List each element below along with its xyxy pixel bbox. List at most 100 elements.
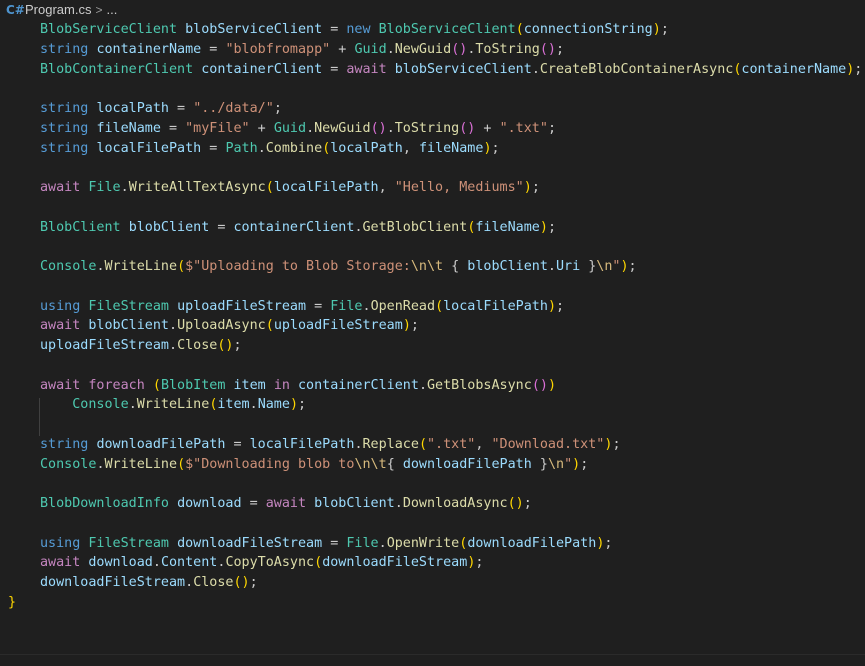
code-token: WriteLine: [104, 456, 178, 472]
code-token: connectionString: [523, 22, 653, 37]
code-token: ): [402, 318, 411, 334]
code-token: uploadFileStream: [40, 338, 169, 353]
code-token: =: [241, 496, 266, 511]
code-token: containerClient: [298, 377, 419, 393]
code-line[interactable]: BlobDownloadInfo download = await blobCl…: [40, 494, 532, 514]
code-token: .: [152, 555, 161, 571]
code-token: downloadFilePath: [467, 535, 597, 551]
code-token: =: [306, 298, 331, 314]
code-line[interactable]: BlobClient blobClient = containerClient.…: [40, 218, 556, 238]
code-line[interactable]: string fileName = "myFile" + Guid.NewGui…: [40, 119, 556, 139]
code-token: download: [177, 496, 242, 511]
code-line[interactable]: Console.WriteLine($"Downloading blob to\…: [40, 455, 588, 475]
code-token: Path: [225, 140, 258, 156]
code-token: blobClient: [314, 496, 395, 511]
code-token: (: [265, 180, 274, 195]
breadcrumb-separator-icon: >: [95, 2, 103, 17]
code-token: BlobServiceClient: [40, 22, 178, 37]
code-token: Combine: [265, 140, 323, 156]
code-token: Content: [160, 555, 218, 571]
code-token: fileName: [96, 120, 161, 136]
code-token: =: [209, 219, 234, 235]
code-token: +: [475, 120, 500, 136]
code-line[interactable]: string localFilePath = Path.Combine(loca…: [40, 139, 500, 159]
code-token: in: [273, 377, 290, 393]
code-token: }: [8, 594, 17, 610]
code-token: (): [451, 41, 468, 57]
code-token: ": [564, 456, 573, 472]
code-token: BlobServiceClient: [378, 22, 516, 37]
code-token: }: [531, 456, 548, 472]
code-line[interactable]: using FileStream downloadFileStream = Fi…: [40, 534, 612, 554]
code-token: ;: [249, 575, 258, 590]
code-token: (): [233, 575, 250, 590]
code-line[interactable]: Console.WriteLine(item.Name);: [40, 395, 306, 415]
code-token: Guid: [354, 41, 387, 57]
code-token: (: [435, 298, 444, 314]
code-line[interactable]: }: [8, 593, 16, 613]
code-token: {: [386, 456, 403, 472]
code-line[interactable]: await File.WriteAllTextAsync(localFilePa…: [40, 178, 540, 198]
code-token: await: [40, 555, 81, 571]
code-line[interactable]: await download.Content.CopyToAsync(downl…: [40, 553, 483, 573]
code-token: =: [201, 140, 226, 156]
code-token: .: [120, 180, 129, 195]
breadcrumb-more[interactable]: ...: [106, 2, 117, 17]
code-token: .: [169, 318, 178, 334]
code-token: ): [539, 219, 548, 235]
code-token: ): [483, 140, 492, 156]
code-token: UploadAsync: [177, 318, 266, 334]
code-token: ;: [604, 535, 613, 551]
code-token: ;: [547, 120, 556, 136]
code-line[interactable]: Console.WriteLine($"Uploading to Blob St…: [40, 257, 637, 277]
code-token: "Hello, Mediums": [394, 180, 524, 195]
code-token: ): [523, 180, 532, 195]
code-token: =: [322, 22, 347, 37]
code-token: +: [249, 120, 274, 136]
code-line[interactable]: BlobContainerClient containerClient = aw…: [40, 60, 862, 80]
code-token: fileName: [475, 219, 540, 235]
code-token: ): [547, 298, 556, 314]
code-line[interactable]: uploadFileStream.Close();: [40, 336, 242, 356]
code-line[interactable]: string containerName = "blobfromapp" + G…: [40, 40, 564, 60]
code-line[interactable]: await blobClient.UploadAsync(uploadFileS…: [40, 316, 419, 336]
code-token: .: [257, 140, 266, 156]
code-line[interactable]: string downloadFilePath = localFilePath.…: [40, 435, 621, 455]
code-token: .: [249, 397, 258, 413]
code-token: ;: [491, 140, 500, 156]
code-token: ,: [402, 140, 419, 156]
breadcrumb-file[interactable]: Program.cs: [25, 2, 91, 17]
code-token: GetBlobsAsync: [427, 377, 532, 393]
code-token: ): [620, 259, 629, 274]
code-editor[interactable]: BlobServiceClient blobServiceClient = ne…: [0, 20, 865, 650]
code-token: await: [40, 377, 81, 393]
code-token: string: [40, 120, 89, 136]
code-line[interactable]: downloadFileStream.Close();: [40, 573, 258, 593]
code-line[interactable]: await foreach (BlobItem item in containe…: [40, 376, 556, 396]
code-token: using: [40, 535, 81, 551]
code-token: (): [370, 120, 387, 136]
code-line[interactable]: using FileStream uploadFileStream = File…: [40, 297, 564, 317]
code-token: (: [314, 555, 323, 571]
code-token: (: [418, 436, 427, 452]
code-token: downloadFilePath: [402, 456, 532, 472]
code-token: string: [40, 140, 89, 156]
code-token: DownloadAsync: [402, 496, 508, 511]
code-token: =: [169, 101, 194, 116]
code-line[interactable]: string localPath = "../data/";: [40, 99, 282, 119]
editor-bottom-edge: [0, 654, 865, 666]
code-token: Console: [40, 456, 97, 472]
code-line[interactable]: BlobServiceClient blobServiceClient = ne…: [40, 20, 669, 40]
breadcrumb: C# Program.cs > ...: [0, 0, 865, 19]
code-token: .: [531, 61, 540, 77]
code-token: =: [322, 61, 347, 77]
